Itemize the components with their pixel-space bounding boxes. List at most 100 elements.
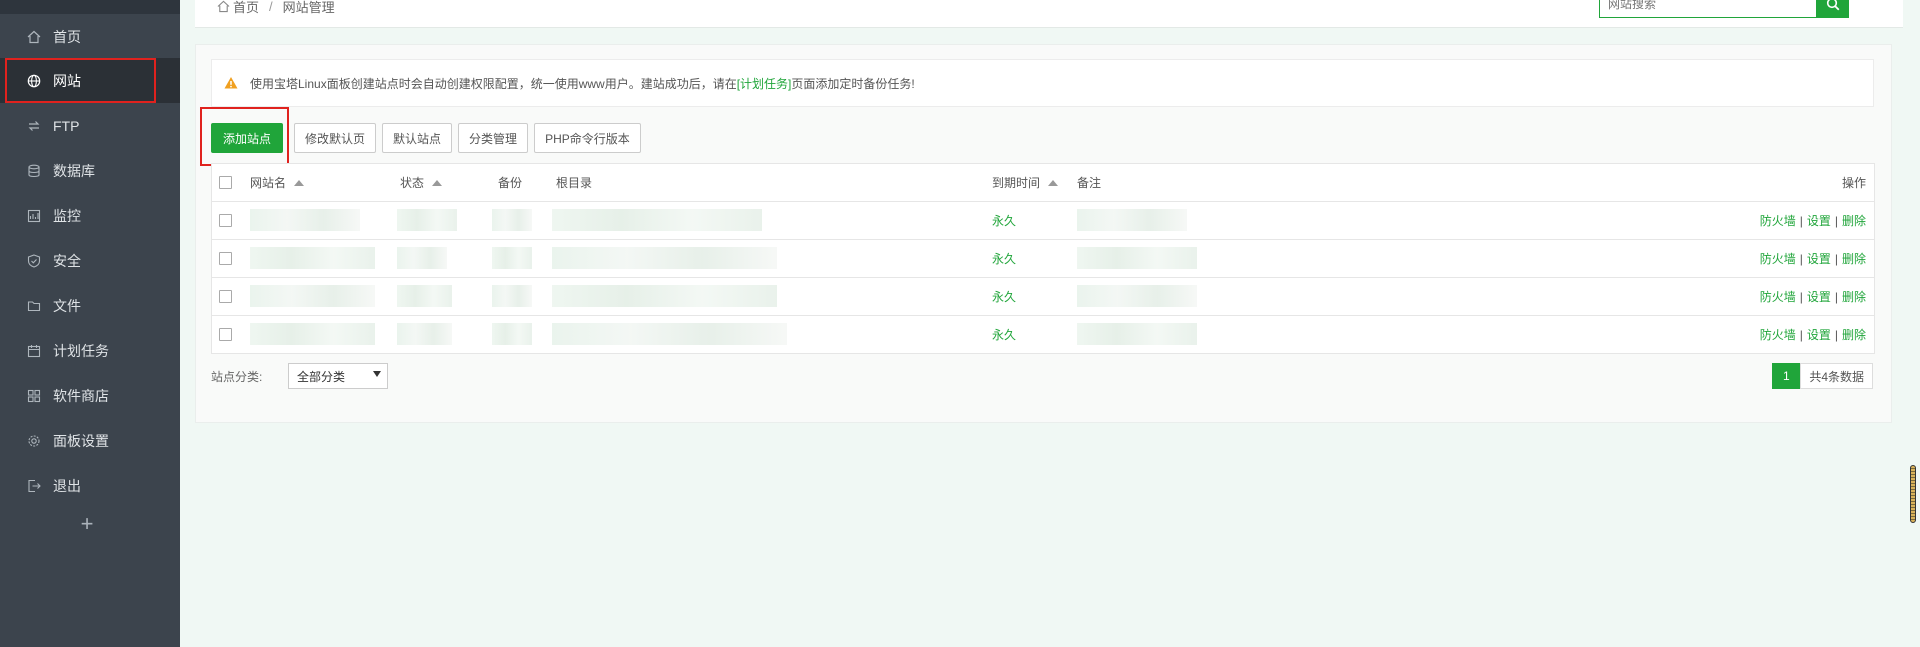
col-header-ops: 操作 (1841, 176, 1866, 190)
firewall-link[interactable]: 防火墙 (1760, 250, 1796, 267)
row-checkbox[interactable] (219, 290, 232, 303)
table-header-row: 网站名 状态 备份 根目录 到期时间 备注 操作 (212, 164, 1874, 202)
sidebar-item-label: 面板设置 (53, 432, 109, 449)
delete-link[interactable]: 删除 (1842, 250, 1866, 267)
sidebar-item-logout[interactable]: 退出 (0, 463, 180, 508)
table-row: 永久 防火墙 | 设置 | 删除 (212, 278, 1874, 316)
default-site-button[interactable]: 默认站点 (382, 123, 453, 153)
scroll-handle[interactable] (1910, 465, 1916, 523)
sidebar-item-label: 软件商店 (53, 387, 109, 404)
redacted-status (397, 285, 452, 307)
row-checkbox[interactable] (219, 252, 232, 265)
col-header-status[interactable]: 状态 (400, 164, 443, 201)
redacted-root-path (552, 285, 777, 307)
sidebar-item-monitor[interactable]: 监控 (0, 193, 180, 238)
page-number-current[interactable]: 1 (1772, 363, 1801, 389)
logout-icon (27, 479, 41, 493)
sidebar: 首页 网站 FTP 数据库 监控 安全 文件 计划任务 软件商店 面板设置 退出 (0, 0, 180, 647)
notice-text-start: 使用宝塔Linux面板创建站点时会自动创建权限配置，统一使用www用户。建站成功… (250, 76, 737, 91)
warning-icon (224, 77, 238, 89)
col-header-expire[interactable]: 到期时间 (992, 164, 1059, 201)
redacted-status (397, 323, 452, 345)
table-row: 永久 防火墙 | 设置 | 删除 (212, 240, 1874, 278)
sidebar-item-label: 数据库 (53, 162, 95, 179)
folder-icon (27, 299, 41, 313)
col-header-remark: 备注 (1077, 176, 1102, 190)
sidebar-item-home[interactable]: 首页 (0, 14, 180, 59)
sidebar-item-label: 退出 (53, 477, 81, 494)
sidebar-item-label: FTP (53, 117, 80, 134)
settings-link[interactable]: 设置 (1807, 326, 1831, 343)
redacted-site-name (250, 209, 360, 231)
sidebar-item-store[interactable]: 软件商店 (0, 373, 180, 418)
site-panel: 使用宝塔Linux面板创建站点时会自动创建权限配置，统一使用www用户。建站成功… (195, 44, 1892, 423)
settings-link[interactable]: 设置 (1807, 288, 1831, 305)
redacted-root-path (552, 323, 787, 345)
redacted-remark (1077, 285, 1197, 307)
php-cli-version-button[interactable]: PHP命令行版本 (534, 123, 641, 153)
breadcrumb-separator: / (269, 0, 273, 14)
redacted-root-path (552, 209, 762, 231)
redacted-remark (1077, 247, 1197, 269)
firewall-link[interactable]: 防火墙 (1760, 326, 1796, 343)
cron-task-link[interactable]: [计划任务] (737, 75, 792, 92)
shield-icon (27, 253, 41, 268)
category-select[interactable]: 全部分类 (288, 363, 388, 389)
breadcrumb-home[interactable]: 首页 (233, 0, 259, 16)
redacted-backup (492, 323, 532, 345)
sidebar-item-settings[interactable]: 面板设置 (0, 418, 180, 463)
total-count: 共4条数据 (1800, 363, 1873, 389)
col-header-name[interactable]: 网站名 (250, 164, 305, 201)
firewall-link[interactable]: 防火墙 (1760, 288, 1796, 305)
search-button[interactable] (1816, 0, 1849, 18)
table-row: 永久 防火墙 | 设置 | 删除 (212, 202, 1874, 240)
pagination: 1 共4条数据 (1772, 363, 1873, 389)
home-icon (27, 30, 41, 44)
ftp-icon (27, 119, 41, 133)
redacted-remark (1077, 209, 1187, 231)
highlight-box-website (5, 58, 156, 103)
firewall-link[interactable]: 防火墙 (1760, 212, 1796, 229)
redacted-site-name (250, 285, 375, 307)
sidebar-item-security[interactable]: 安全 (0, 238, 180, 283)
sidebar-item-label: 安全 (53, 252, 81, 269)
sidebar-item-cron[interactable]: 计划任务 (0, 328, 180, 373)
search-input[interactable] (1599, 0, 1817, 18)
search-icon (1826, 0, 1840, 11)
gear-icon (27, 434, 41, 448)
breadcrumb: 首页 / 网站管理 (217, 0, 335, 16)
delete-link[interactable]: 删除 (1842, 288, 1866, 305)
expire-value: 永久 (992, 290, 1017, 304)
highlight-box-add-site (200, 107, 289, 166)
settings-link[interactable]: 设置 (1807, 250, 1831, 267)
col-header-root: 根目录 (556, 176, 593, 190)
row-checkbox[interactable] (219, 214, 232, 227)
sidebar-item-label: 文件 (53, 297, 81, 314)
notice-text-end: 页面添加定时备份任务! (791, 76, 915, 91)
sidebar-item-label: 监控 (53, 207, 81, 224)
sidebar-item-database[interactable]: 数据库 (0, 148, 180, 193)
select-all-checkbox[interactable] (219, 176, 232, 189)
add-icon[interactable]: + (78, 513, 96, 535)
notice-alert: 使用宝塔Linux面板创建站点时会自动创建权限配置，统一使用www用户。建站成功… (211, 59, 1874, 107)
row-actions: 防火墙 | 设置 | 删除 (1759, 212, 1866, 229)
row-actions: 防火墙 | 设置 | 删除 (1759, 326, 1866, 343)
expire-value: 永久 (992, 214, 1017, 228)
category-select-value: 全部分类 (297, 369, 346, 384)
settings-link[interactable]: 设置 (1807, 212, 1831, 229)
sites-table: 网站名 状态 备份 根目录 到期时间 备注 操作 永久 防火墙 | 设置 | 删除 永久 (211, 163, 1875, 354)
sidebar-item-ftp[interactable]: FTP (0, 103, 180, 148)
modify-default-page-button[interactable]: 修改默认页 (294, 123, 377, 153)
category-manage-button[interactable]: 分类管理 (458, 123, 529, 153)
redacted-remark (1077, 323, 1197, 345)
sidebar-header (0, 0, 180, 14)
delete-link[interactable]: 删除 (1842, 326, 1866, 343)
redacted-site-name (250, 323, 375, 345)
delete-link[interactable]: 删除 (1842, 212, 1866, 229)
sort-up-icon (432, 179, 443, 186)
redacted-site-name (250, 247, 375, 269)
row-checkbox[interactable] (219, 328, 232, 341)
top-header: 首页 / 网站管理 (195, 0, 1903, 28)
expire-value: 永久 (992, 252, 1017, 266)
sidebar-item-files[interactable]: 文件 (0, 283, 180, 328)
